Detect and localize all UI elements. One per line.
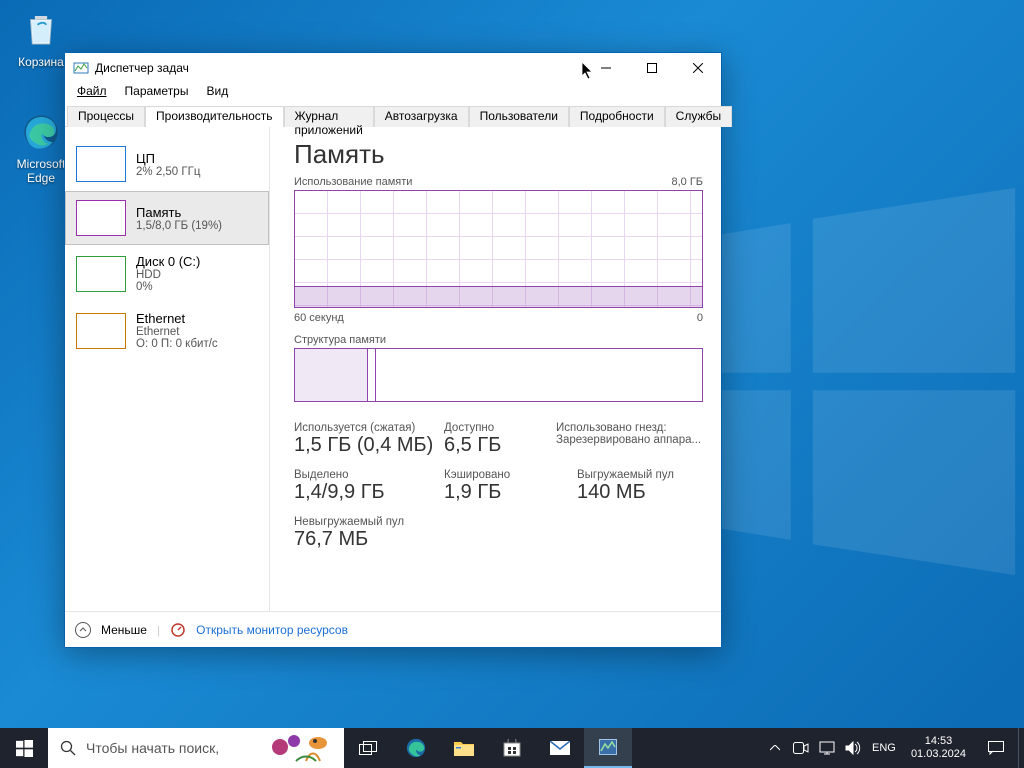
bottom-bar: Меньше | Открыть монитор ресурсов bbox=[65, 611, 721, 647]
sidebar-item-title: Ethernet bbox=[136, 311, 218, 326]
stat-cached: Кэшировано 1,9 ГБ bbox=[444, 469, 556, 504]
task-manager-icon bbox=[73, 60, 89, 76]
memory-usage-fill bbox=[295, 286, 702, 307]
tab-services[interactable]: Службы bbox=[665, 106, 732, 127]
stat-spacer bbox=[556, 469, 577, 504]
stat-nonpaged-pool: Невыгружаемый пул 76,7 МБ bbox=[294, 516, 404, 551]
composition-segment-inuse bbox=[295, 349, 368, 401]
sidebar-item-title: Память bbox=[136, 205, 222, 220]
composition-segment-modified bbox=[368, 349, 376, 401]
system-tray: ENG 14:53 01.03.2024 bbox=[763, 728, 1024, 768]
task-view-button[interactable] bbox=[344, 728, 392, 768]
page-heading: Память bbox=[294, 139, 703, 170]
sidebar-item-cpu[interactable]: ЦП 2% 2,50 ГГц bbox=[65, 137, 269, 191]
stat-paged-pool: Выгружаемый пул 140 МБ bbox=[577, 469, 703, 504]
menu-file[interactable]: Файл bbox=[69, 83, 115, 103]
taskbar: Чтобы начать поиск, ENG bbox=[0, 728, 1024, 768]
content-area: ЦП 2% 2,50 ГГц Память 1,5/8,0 ГБ (19%) Д… bbox=[65, 127, 721, 611]
search-decorative-art bbox=[266, 731, 338, 768]
sidebar-item-title: Диск 0 (C:) bbox=[136, 254, 200, 269]
disk-thumbnail-icon bbox=[76, 256, 126, 292]
stats-grid: Используется (сжатая) 1,5 ГБ (0,4 МБ) До… bbox=[294, 422, 703, 563]
close-button[interactable] bbox=[675, 53, 721, 83]
search-placeholder: Чтобы начать поиск, bbox=[86, 740, 219, 756]
tab-startup[interactable]: Автозагрузка bbox=[374, 106, 469, 127]
tray-network-icon[interactable] bbox=[815, 741, 839, 755]
ethernet-thumbnail-icon bbox=[76, 313, 126, 349]
stat-slots: Использовано гнезд: Зарезервировано аппа… bbox=[556, 422, 703, 457]
menu-options[interactable]: Параметры bbox=[117, 83, 197, 103]
cpu-thumbnail-icon bbox=[76, 146, 126, 182]
memory-composition-label: Структура памяти bbox=[294, 334, 703, 346]
taskbar-search[interactable]: Чтобы начать поиск, bbox=[48, 728, 344, 768]
minimize-button[interactable] bbox=[583, 53, 629, 83]
tray-action-center[interactable] bbox=[976, 741, 1016, 755]
stat-in-use: Используется (сжатая) 1,5 ГБ (0,4 МБ) bbox=[294, 422, 444, 457]
sidebar-item-sub: Ethernet bbox=[136, 326, 218, 338]
collapse-icon[interactable] bbox=[75, 622, 91, 638]
start-button[interactable] bbox=[0, 728, 48, 768]
stat-committed: Выделено 1,4/9,9 ГБ bbox=[294, 469, 444, 504]
usage-label: Использование памяти bbox=[294, 176, 412, 188]
menu-view[interactable]: Вид bbox=[198, 83, 236, 103]
x-axis-left: 60 секунд bbox=[294, 312, 344, 324]
x-axis-right: 0 bbox=[697, 312, 703, 324]
sidebar-item-sub: 2% 2,50 ГГц bbox=[136, 166, 200, 178]
window-title: Диспетчер задач bbox=[95, 61, 583, 75]
stat-available: Доступно 6,5 ГБ bbox=[444, 422, 556, 457]
maximize-button[interactable] bbox=[629, 53, 675, 83]
taskbar-app-task-manager[interactable] bbox=[584, 728, 632, 768]
tab-processes[interactable]: Процессы bbox=[67, 106, 145, 127]
sidebar-item-ethernet[interactable]: Ethernet Ethernet О: 0 П: 0 кбит/с bbox=[65, 302, 269, 359]
edge-icon bbox=[17, 108, 65, 156]
main-panel: Память Использование памяти 8,0 ГБ 60 се… bbox=[270, 127, 721, 611]
show-desktop-button[interactable] bbox=[1018, 728, 1024, 768]
sidebar-item-sub: 1,5/8,0 ГБ (19%) bbox=[136, 220, 222, 232]
taskbar-app-mail[interactable] bbox=[536, 728, 584, 768]
search-icon bbox=[60, 740, 76, 756]
menubar: Файл Параметры Вид bbox=[65, 83, 721, 103]
sidebar-item-memory[interactable]: Память 1,5/8,0 ГБ (19%) bbox=[65, 191, 269, 245]
sidebar-item-sub2: 0% bbox=[136, 281, 200, 293]
taskbar-app-explorer[interactable] bbox=[440, 728, 488, 768]
memory-thumbnail-icon bbox=[76, 200, 126, 236]
tab-app-history[interactable]: Журнал приложений bbox=[284, 106, 374, 127]
tab-users[interactable]: Пользователи bbox=[469, 106, 569, 127]
tab-performance[interactable]: Производительность bbox=[145, 106, 283, 127]
taskbar-app-store[interactable] bbox=[488, 728, 536, 768]
graph-x-axis: 60 секунд 0 bbox=[294, 312, 703, 324]
recycle-bin-icon bbox=[17, 6, 65, 54]
sidebar-item-disk[interactable]: Диск 0 (C:) HDD 0% bbox=[65, 245, 269, 302]
tab-bar: Процессы Производительность Журнал прило… bbox=[65, 103, 721, 127]
tray-clock[interactable]: 14:53 01.03.2024 bbox=[903, 735, 974, 760]
graph-header-row: Использование памяти 8,0 ГБ bbox=[294, 176, 703, 188]
resource-monitor-icon bbox=[170, 622, 186, 638]
tray-overflow-button[interactable] bbox=[763, 745, 787, 751]
tray-time: 14:53 bbox=[911, 735, 966, 748]
tab-details[interactable]: Подробности bbox=[569, 106, 665, 127]
task-manager-window: Диспетчер задач Файл Параметры Вид Проце… bbox=[64, 52, 722, 648]
sidebar-item-title: ЦП bbox=[136, 151, 200, 166]
tray-volume-icon[interactable] bbox=[841, 741, 865, 755]
titlebar[interactable]: Диспетчер задач bbox=[65, 53, 721, 83]
max-label: 8,0 ГБ bbox=[671, 176, 703, 188]
composition-segment-standby bbox=[376, 349, 702, 401]
memory-usage-graph[interactable] bbox=[294, 190, 703, 308]
fewer-details-button[interactable]: Меньше bbox=[101, 623, 147, 637]
performance-sidebar: ЦП 2% 2,50 ГГц Память 1,5/8,0 ГБ (19%) Д… bbox=[65, 127, 270, 611]
sidebar-item-sub: HDD bbox=[136, 269, 200, 281]
tray-meet-now-icon[interactable] bbox=[789, 742, 813, 754]
memory-composition-chart[interactable] bbox=[294, 348, 703, 402]
tray-date: 01.03.2024 bbox=[911, 748, 966, 761]
sidebar-item-sub2: О: 0 П: 0 кбит/с bbox=[136, 338, 218, 350]
tray-language[interactable]: ENG bbox=[867, 742, 901, 754]
taskbar-app-edge[interactable] bbox=[392, 728, 440, 768]
open-resource-monitor-link[interactable]: Открыть монитор ресурсов bbox=[196, 623, 348, 637]
